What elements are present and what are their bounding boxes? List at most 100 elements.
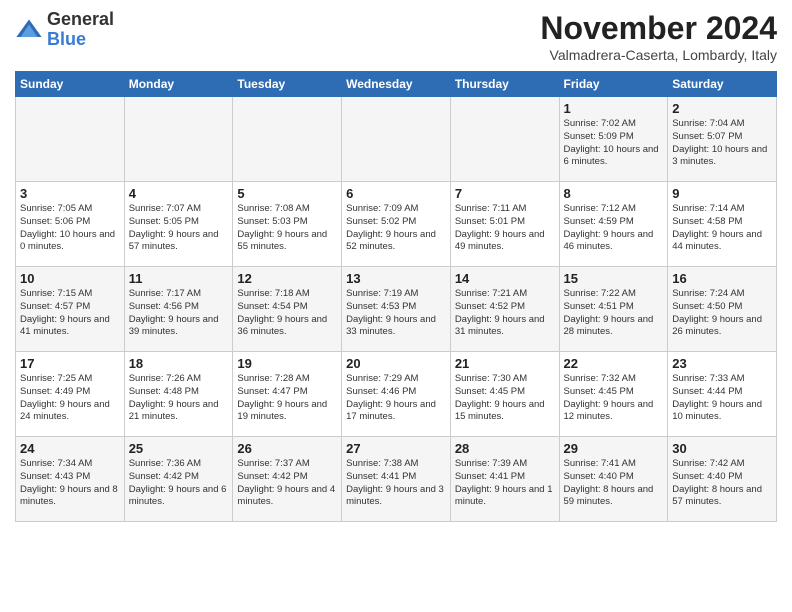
calendar-cell: 9Sunrise: 7:14 AMSunset: 4:58 PMDaylight… [668, 182, 777, 267]
calendar-week-row: 10 Sunrise: 7:15 AMSunset: 4:57 PMDayligh… [16, 267, 777, 352]
day-info: Sunrise: 7:41 AMSunset: 4:40 PMDaylight:… [564, 458, 664, 509]
day-number: 30 [672, 441, 772, 456]
day-info: Sunrise: 7:08 AMSunset: 5:03 PMDaylight:… [237, 203, 337, 254]
weekday-header-row: SundayMondayTuesdayWednesdayThursdayFrid… [16, 72, 777, 97]
calendar-cell: 25 Sunrise: 7:36 AMSunset: 4:42 PMDayligh… [124, 437, 233, 522]
day-info: Sunrise: 7:18 AMSunset: 4:54 PMDaylight:… [237, 288, 337, 339]
weekday-header: Tuesday [233, 72, 342, 97]
calendar-cell: 27 Sunrise: 7:38 AMSunset: 4:41 PMDayligh… [342, 437, 451, 522]
day-info: Sunrise: 7:28 AMSunset: 4:47 PMDaylight:… [237, 373, 337, 424]
day-number: 3 [20, 186, 120, 201]
calendar-table: SundayMondayTuesdayWednesdayThursdayFrid… [15, 71, 777, 522]
day-info: Sunrise: 7:36 AMSunset: 4:42 PMDaylight:… [129, 458, 229, 509]
weekday-header: Monday [124, 72, 233, 97]
calendar-cell: 1 Sunrise: 7:02 AMSunset: 5:09 PMDaylight… [559, 97, 668, 182]
day-info: Sunrise: 7:38 AMSunset: 4:41 PMDaylight:… [346, 458, 446, 509]
day-info: Sunrise: 7:42 AMSunset: 4:40 PMDaylight:… [672, 458, 772, 509]
day-number: 29 [564, 441, 664, 456]
logo-general: General [47, 9, 114, 29]
day-number: 4 [129, 186, 229, 201]
calendar-cell: 24 Sunrise: 7:34 AMSunset: 4:43 PMDayligh… [16, 437, 125, 522]
logo-text: General Blue [47, 10, 114, 50]
title-area: November 2024 Valmadrera-Caserta, Lombar… [540, 10, 777, 63]
day-number: 22 [564, 356, 664, 371]
calendar-cell [16, 97, 125, 182]
day-number: 9 [672, 186, 772, 201]
calendar-cell: 2Sunrise: 7:04 AMSunset: 5:07 PMDaylight… [668, 97, 777, 182]
day-number: 11 [129, 271, 229, 286]
calendar-cell: 30 Sunrise: 7:42 AMSunset: 4:40 PMDayligh… [668, 437, 777, 522]
day-info: Sunrise: 7:25 AMSunset: 4:49 PMDaylight:… [20, 373, 120, 424]
day-number: 1 [564, 101, 664, 116]
day-info: Sunrise: 7:02 AMSunset: 5:09 PMDaylight:… [564, 118, 664, 169]
weekday-header: Saturday [668, 72, 777, 97]
day-number: 5 [237, 186, 337, 201]
day-info: Sunrise: 7:37 AMSunset: 4:42 PMDaylight:… [237, 458, 337, 509]
calendar-cell [342, 97, 451, 182]
calendar-cell: 12 Sunrise: 7:18 AMSunset: 4:54 PMDayligh… [233, 267, 342, 352]
day-number: 28 [455, 441, 555, 456]
calendar-cell: 8Sunrise: 7:12 AMSunset: 4:59 PMDaylight… [559, 182, 668, 267]
day-info: Sunrise: 7:15 AMSunset: 4:57 PMDaylight:… [20, 288, 120, 339]
day-number: 16 [672, 271, 772, 286]
calendar-cell: 26 Sunrise: 7:37 AMSunset: 4:42 PMDayligh… [233, 437, 342, 522]
day-info: Sunrise: 7:24 AMSunset: 4:50 PMDaylight:… [672, 288, 772, 339]
day-info: Sunrise: 7:29 AMSunset: 4:46 PMDaylight:… [346, 373, 446, 424]
logo: General Blue [15, 10, 114, 50]
calendar-cell: 3Sunrise: 7:05 AMSunset: 5:06 PMDaylight… [16, 182, 125, 267]
calendar-cell: 22 Sunrise: 7:32 AMSunset: 4:45 PMDayligh… [559, 352, 668, 437]
calendar-cell: 5 Sunrise: 7:08 AMSunset: 5:03 PMDaylight… [233, 182, 342, 267]
calendar-cell: 15 Sunrise: 7:22 AMSunset: 4:51 PMDayligh… [559, 267, 668, 352]
main-title: November 2024 [540, 10, 777, 47]
day-number: 23 [672, 356, 772, 371]
day-number: 25 [129, 441, 229, 456]
day-info: Sunrise: 7:30 AMSunset: 4:45 PMDaylight:… [455, 373, 555, 424]
logo-blue: Blue [47, 29, 86, 49]
calendar-cell: 29 Sunrise: 7:41 AMSunset: 4:40 PMDayligh… [559, 437, 668, 522]
day-info: Sunrise: 7:33 AMSunset: 4:44 PMDaylight:… [672, 373, 772, 424]
day-info: Sunrise: 7:22 AMSunset: 4:51 PMDaylight:… [564, 288, 664, 339]
calendar-cell: 14Sunrise: 7:21 AMSunset: 4:52 PMDayligh… [450, 267, 559, 352]
calendar-cell: 13Sunrise: 7:19 AMSunset: 4:53 PMDayligh… [342, 267, 451, 352]
day-info: Sunrise: 7:04 AMSunset: 5:07 PMDaylight:… [672, 118, 772, 169]
header: General Blue November 2024 Valmadrera-Ca… [15, 10, 777, 63]
calendar-week-row: 17 Sunrise: 7:25 AMSunset: 4:49 PMDayligh… [16, 352, 777, 437]
day-number: 10 [20, 271, 120, 286]
day-info: Sunrise: 7:39 AMSunset: 4:41 PMDaylight:… [455, 458, 555, 509]
day-info: Sunrise: 7:32 AMSunset: 4:45 PMDaylight:… [564, 373, 664, 424]
day-number: 7 [455, 186, 555, 201]
calendar-cell [124, 97, 233, 182]
day-number: 18 [129, 356, 229, 371]
calendar-cell: 11Sunrise: 7:17 AMSunset: 4:56 PMDayligh… [124, 267, 233, 352]
calendar-cell: 20 Sunrise: 7:29 AMSunset: 4:46 PMDayligh… [342, 352, 451, 437]
calendar-week-row: 1 Sunrise: 7:02 AMSunset: 5:09 PMDaylight… [16, 97, 777, 182]
day-number: 17 [20, 356, 120, 371]
calendar-week-row: 24 Sunrise: 7:34 AMSunset: 4:43 PMDayligh… [16, 437, 777, 522]
day-info: Sunrise: 7:12 AMSunset: 4:59 PMDaylight:… [564, 203, 664, 254]
day-number: 20 [346, 356, 446, 371]
day-number: 24 [20, 441, 120, 456]
day-number: 27 [346, 441, 446, 456]
day-number: 12 [237, 271, 337, 286]
day-number: 13 [346, 271, 446, 286]
logo-icon [15, 16, 43, 44]
day-number: 15 [564, 271, 664, 286]
day-number: 6 [346, 186, 446, 201]
calendar-cell: 4Sunrise: 7:07 AMSunset: 5:05 PMDaylight… [124, 182, 233, 267]
weekday-header: Sunday [16, 72, 125, 97]
day-number: 26 [237, 441, 337, 456]
calendar-cell [233, 97, 342, 182]
day-info: Sunrise: 7:34 AMSunset: 4:43 PMDaylight:… [20, 458, 120, 509]
day-info: Sunrise: 7:26 AMSunset: 4:48 PMDaylight:… [129, 373, 229, 424]
day-info: Sunrise: 7:11 AMSunset: 5:01 PMDaylight:… [455, 203, 555, 254]
day-number: 21 [455, 356, 555, 371]
calendar-cell: 18 Sunrise: 7:26 AMSunset: 4:48 PMDayligh… [124, 352, 233, 437]
day-info: Sunrise: 7:09 AMSunset: 5:02 PMDaylight:… [346, 203, 446, 254]
calendar-cell [450, 97, 559, 182]
calendar-cell: 21 Sunrise: 7:30 AMSunset: 4:45 PMDayligh… [450, 352, 559, 437]
calendar-cell: 16 Sunrise: 7:24 AMSunset: 4:50 PMDayligh… [668, 267, 777, 352]
calendar-cell: 28 Sunrise: 7:39 AMSunset: 4:41 PMDayligh… [450, 437, 559, 522]
calendar-cell: 7 Sunrise: 7:11 AMSunset: 5:01 PMDaylight… [450, 182, 559, 267]
calendar-cell: 6 Sunrise: 7:09 AMSunset: 5:02 PMDaylight… [342, 182, 451, 267]
weekday-header: Thursday [450, 72, 559, 97]
